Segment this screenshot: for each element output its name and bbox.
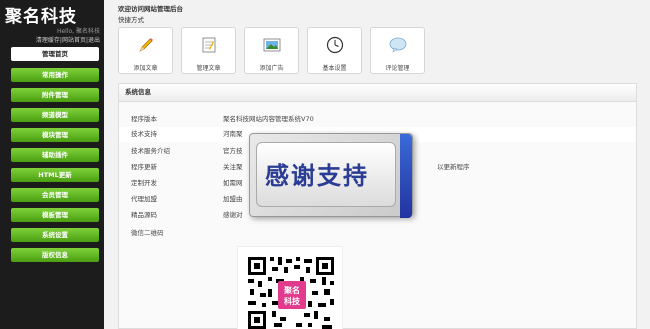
- site-logo: 聚名科技: [5, 7, 77, 27]
- info-value-extra: 以更新程序: [437, 163, 470, 171]
- speech-bubble-icon: [389, 37, 407, 53]
- nav-item-dashboard[interactable]: 管理首页: [11, 47, 99, 61]
- nav-item-templates[interactable]: 模板管理: [11, 208, 99, 222]
- greeting: Hello, 聚名科技: [56, 28, 100, 35]
- basic-settings-label: 基本设置: [322, 65, 347, 72]
- basic-settings-button[interactable]: 基本设置: [307, 27, 362, 74]
- nav-item-copyright[interactable]: 版权信息: [11, 248, 99, 262]
- sidebar: 聚名科技 Hello, 聚名科技 清理缓存|网站首页|退出 管理首页 常用操作 …: [0, 0, 104, 329]
- top-links: 清理缓存|网站首页|退出: [35, 35, 100, 44]
- nav-item-attachments[interactable]: 附件管理: [11, 88, 99, 102]
- qr-badge-line2: 科技: [284, 296, 301, 306]
- nav-item-members[interactable]: 会员管理: [11, 188, 99, 202]
- info-value: 聚名科技网站内容管理系统V70: [223, 115, 314, 123]
- clock-icon: [326, 36, 344, 54]
- welcome-text: 欢迎访问网站管理后台: [118, 5, 183, 13]
- info-value: 感谢对: [223, 211, 243, 219]
- add-ad-label: 添加广告: [259, 65, 284, 72]
- info-row: 微信二维码: [119, 226, 636, 241]
- manage-articles-button[interactable]: 管理文章: [181, 27, 236, 74]
- info-key: 定制开发: [131, 179, 157, 187]
- thanks-support-badge: 感谢支持: [249, 133, 413, 218]
- wechat-qr-code: 聚名 科技: [237, 246, 343, 329]
- picture-icon: [263, 38, 281, 52]
- info-key: 程序版本: [131, 115, 157, 123]
- thanks-text: 感谢支持: [265, 162, 369, 190]
- info-key: 程序更新: [131, 163, 157, 171]
- qr-badge-line1: 聚名: [283, 285, 300, 295]
- panel-title: 系统信息: [119, 84, 636, 102]
- site-home-link[interactable]: 网站首页: [62, 35, 86, 44]
- info-row: 程序版本 聚名科技网站内容管理系统V70: [119, 112, 636, 127]
- document-icon: [202, 37, 216, 53]
- info-key: 技术支持: [131, 130, 157, 138]
- add-ad-button[interactable]: 添加广告: [244, 27, 299, 74]
- thanks-badge-edge: [400, 134, 412, 218]
- quick-links-title: 快捷方式: [118, 16, 144, 24]
- nav-item-html-update[interactable]: HTML更新: [11, 168, 99, 182]
- info-value: 河南聚: [223, 130, 243, 138]
- thanks-badge-face: 感谢支持: [256, 142, 396, 207]
- add-article-button[interactable]: 添加文章: [118, 27, 173, 74]
- clear-cache-link[interactable]: 清理缓存: [36, 35, 60, 44]
- info-key: 精品源码: [131, 211, 157, 219]
- info-value-link[interactable]: 官方技: [223, 144, 243, 159]
- nav-item-common[interactable]: 常用操作: [11, 68, 99, 82]
- comment-management-label: 评论管理: [385, 65, 410, 72]
- logout-link[interactable]: 退出: [88, 35, 100, 44]
- comment-management-button[interactable]: 评论管理: [370, 27, 425, 74]
- nav-item-settings[interactable]: 系统设置: [11, 228, 99, 242]
- nav-item-modules[interactable]: 模块管理: [11, 128, 99, 142]
- nav-item-plugins[interactable]: 辅助插件: [11, 148, 99, 162]
- info-key: 代理加盟: [131, 195, 157, 203]
- info-value: 如需网: [223, 179, 243, 187]
- info-key: 微信二维码: [131, 229, 164, 237]
- info-key: 技术服务介绍: [131, 147, 170, 155]
- qr-code-image: 聚名 科技: [246, 255, 336, 329]
- manage-articles-label: 管理文章: [196, 65, 221, 72]
- info-value: 加盟由: [223, 195, 243, 203]
- nav-item-channel-model[interactable]: 频道模型: [11, 108, 99, 122]
- pencil-icon: [139, 38, 153, 52]
- info-value: 关注聚: [223, 163, 243, 171]
- add-article-label: 添加文章: [133, 65, 158, 72]
